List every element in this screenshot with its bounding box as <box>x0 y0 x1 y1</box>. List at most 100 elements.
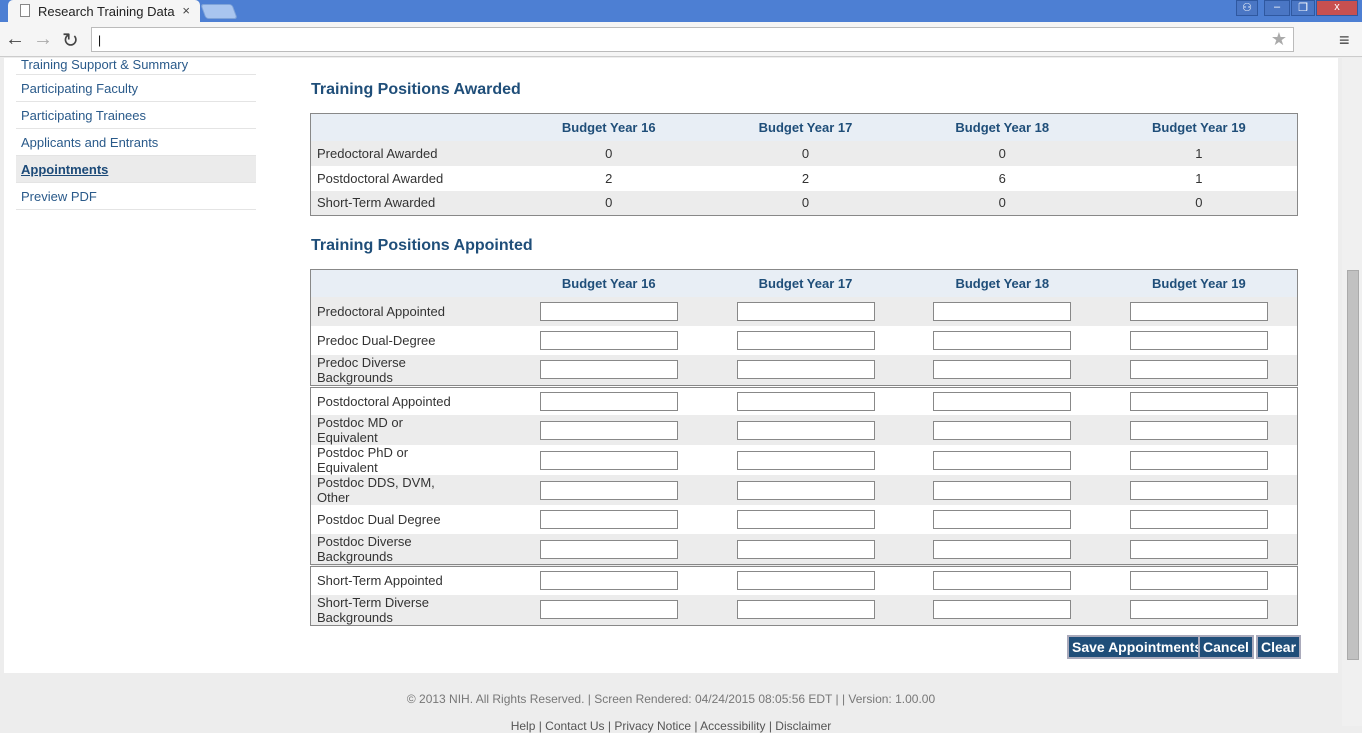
column-header: Budget Year 19 <box>1100 113 1298 141</box>
table-row: Postdoc Dual Degree <box>311 505 1298 534</box>
appointment-input[interactable] <box>736 420 875 440</box>
page-icon <box>20 4 30 17</box>
browser-tab[interactable]: Research Training Data × <box>8 0 200 23</box>
appointment-input[interactable] <box>736 360 875 379</box>
scrollbar-thumb[interactable] <box>1347 270 1359 660</box>
column-header: Budget Year 16 <box>510 113 708 141</box>
appointment-input[interactable] <box>736 391 875 411</box>
appointment-input[interactable] <box>933 301 1072 321</box>
footer-links: Help | Contact Us | Privacy Notice | Acc… <box>510 719 832 733</box>
appointment-input[interactable] <box>1129 600 1268 619</box>
cancel-button[interactable]: Cancel <box>1198 635 1254 659</box>
footer-link[interactable]: Accessibility <box>700 719 765 733</box>
close-window-button[interactable]: x <box>1316 0 1358 16</box>
appointment-input[interactable] <box>539 480 678 500</box>
appointment-input[interactable] <box>539 571 678 591</box>
footer-link[interactable]: Contact Us <box>545 719 604 733</box>
appointment-input[interactable] <box>1129 450 1268 470</box>
appointment-input[interactable] <box>539 330 678 350</box>
appointment-input[interactable] <box>1129 571 1268 591</box>
appointment-input[interactable] <box>1129 391 1268 411</box>
sidebar-item[interactable]: Preview PDF <box>16 183 256 210</box>
sidebar-item[interactable]: Applicants and Entrants <box>16 129 256 156</box>
star-icon[interactable]: ★ <box>1271 29 1287 50</box>
sidebar-nav: Training Support & Summary Participating … <box>16 57 256 210</box>
appointment-input[interactable] <box>933 539 1072 559</box>
sidebar-item[interactable]: Training Support & Summary <box>16 57 256 75</box>
appointment-input[interactable] <box>933 420 1072 440</box>
appointment-input[interactable] <box>539 391 678 411</box>
clear-button[interactable]: Clear <box>1256 635 1302 659</box>
appointment-input[interactable] <box>539 600 678 619</box>
forward-icon[interactable]: → <box>33 28 53 51</box>
row-label: Predoc Dual-Degree <box>317 332 436 348</box>
appointment-input[interactable] <box>736 480 875 500</box>
minimize-button[interactable]: – <box>1264 0 1290 16</box>
cell-value: 2 <box>801 170 810 186</box>
user-icon[interactable]: ⚇ <box>1236 0 1258 16</box>
appointment-input[interactable] <box>736 510 875 529</box>
tab-title: Research Training Data <box>38 4 175 19</box>
row-label: Short-Term Awarded <box>310 190 511 216</box>
appointment-input[interactable] <box>933 330 1072 350</box>
footer-link[interactable]: Help <box>511 719 536 733</box>
header-row: Budget Year 16 Budget Year 17 Budget Year … <box>310 269 1298 297</box>
table-row: Short-Term Awarded 0 0 0 0 <box>310 190 1298 216</box>
appointment-input[interactable] <box>736 600 875 619</box>
appointment-input[interactable] <box>1129 330 1268 350</box>
appointment-input[interactable] <box>933 391 1072 411</box>
appointment-input[interactable] <box>539 539 678 559</box>
back-icon[interactable]: ← <box>5 28 25 51</box>
row-label: Short-Term Appointed <box>310 564 511 595</box>
cell-value: 6 <box>998 170 1006 186</box>
appointment-input[interactable] <box>736 539 875 559</box>
appointment-input[interactable] <box>539 420 678 440</box>
appointed-title: Training Positions Appointed <box>311 237 533 254</box>
row-label: Postdoc DDS, DVM, Other <box>310 475 511 505</box>
appointment-input[interactable] <box>1129 539 1268 559</box>
sidebar-item[interactable]: Appointments <box>16 156 256 183</box>
appointment-input[interactable] <box>933 571 1072 591</box>
footer-text: © 2013 NIH. All Rights Reserved. | Scree… <box>406 692 936 706</box>
reload-icon[interactable]: ↻ <box>62 28 79 53</box>
appointment-input[interactable] <box>1129 480 1268 500</box>
cell-value: 0 <box>707 140 904 166</box>
save-appointments-button[interactable]: Save Appointments <box>1067 635 1208 659</box>
appointment-input[interactable] <box>736 301 875 321</box>
appointment-input[interactable] <box>1129 360 1268 379</box>
appointment-input[interactable] <box>539 360 678 379</box>
menu-icon[interactable]: ≡ <box>1339 30 1350 51</box>
table-row: Postdoc Diverse Backgrounds <box>310 534 1298 566</box>
footer-link[interactable]: Disclaimer <box>775 719 831 733</box>
footer-link[interactable]: Privacy Notice <box>614 719 691 733</box>
address-bar[interactable]: | ★ <box>91 27 1294 52</box>
appointment-input[interactable] <box>933 480 1072 500</box>
restore-button[interactable]: ❐ <box>1291 0 1315 16</box>
appointment-input[interactable] <box>1129 510 1268 529</box>
column-header: Budget Year 18 <box>903 269 1101 297</box>
appointment-input[interactable] <box>1129 420 1268 440</box>
appointment-input[interactable] <box>539 301 678 321</box>
appointment-input[interactable] <box>933 600 1072 619</box>
appointment-input[interactable] <box>736 450 875 470</box>
new-tab-button[interactable] <box>200 4 238 19</box>
browser-toolbar: ← → ↻ | ★ ≡ <box>0 22 1362 57</box>
appointment-input[interactable] <box>933 360 1072 379</box>
row-label: Predoc Diverse Backgrounds <box>310 354 511 386</box>
appointment-input[interactable] <box>933 450 1072 470</box>
appointment-input[interactable] <box>539 450 678 470</box>
scrollbar[interactable] <box>1342 58 1362 726</box>
appointment-input[interactable] <box>1129 301 1268 321</box>
row-label: Predoctoral Appointed <box>310 296 511 326</box>
appointment-input[interactable] <box>539 510 678 529</box>
appointment-input[interactable] <box>736 571 875 591</box>
appointment-input[interactable] <box>933 510 1072 529</box>
cell-value: 0 <box>510 140 708 166</box>
table-row: Predoctoral Appointed <box>310 296 1298 326</box>
sidebar-item[interactable]: Participating Faculty <box>16 75 256 102</box>
sidebar-item[interactable]: Participating Trainees <box>16 102 256 129</box>
column-header: Budget Year 17 <box>707 113 904 141</box>
row-label: Short-Term Diverse Backgrounds <box>310 594 511 625</box>
appointment-input[interactable] <box>736 330 875 350</box>
close-tab-icon[interactable]: × <box>182 3 190 18</box>
